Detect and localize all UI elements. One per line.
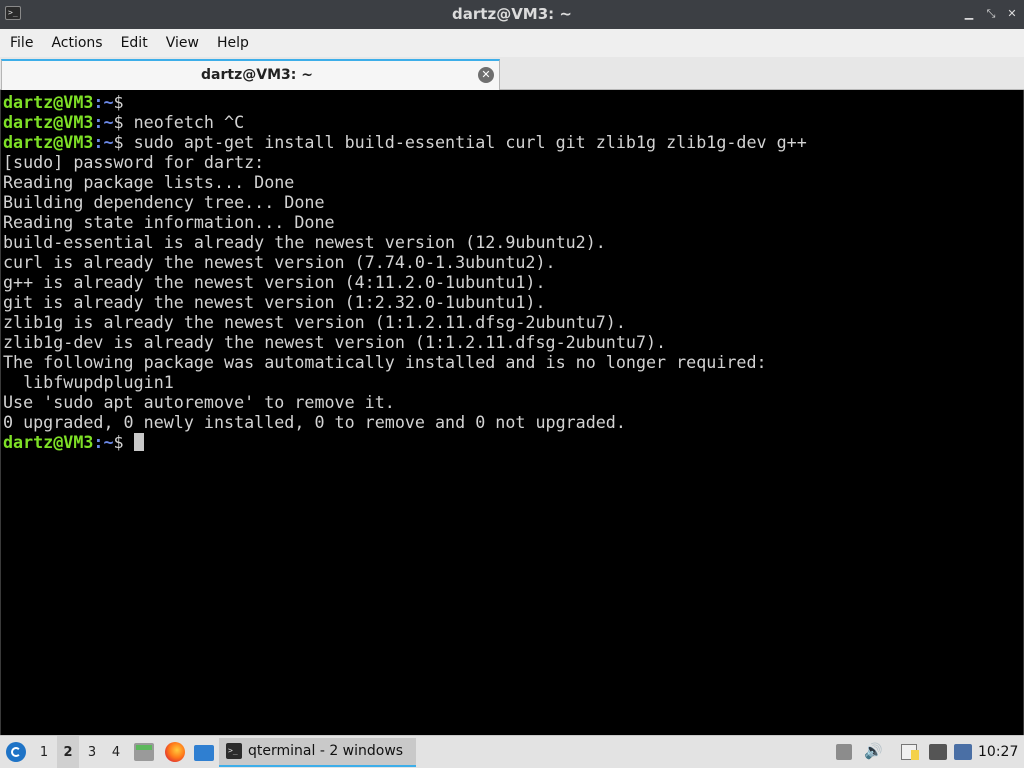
terminal-prompt-line[interactable]: dartz@VM3:~$ <box>3 432 144 452</box>
prompt-symbol: $ <box>113 112 124 132</box>
desktop: >_ dartz@VM3: ~ ▁ ⤡ ✕ File Actions Edit … <box>0 0 1024 768</box>
terminal-app-icon: >_ <box>226 743 242 759</box>
prompt-user-host: dartz@VM3 <box>3 132 94 152</box>
prompt-path: :~ <box>93 432 114 452</box>
menu-view[interactable]: View <box>157 29 208 57</box>
terminal-prompt-line: dartz@VM3:~$ sudo apt-get install build-… <box>3 132 807 152</box>
terminal-output-line: Building dependency tree... Done <box>3 192 325 212</box>
text-cursor <box>133 433 144 451</box>
prompt-path: :~ <box>93 92 114 112</box>
prompt-symbol: $ <box>113 132 124 152</box>
terminal-output-line: zlib1g is already the newest version (1:… <box>3 312 626 332</box>
start-menu-icon[interactable] <box>6 742 26 762</box>
terminal-output-line: [sudo] password for dartz: <box>3 152 265 172</box>
workspace-1[interactable]: 1 <box>33 736 55 768</box>
close-icon[interactable]: ✕ <box>1005 7 1019 21</box>
menu-edit[interactable]: Edit <box>112 29 157 57</box>
file-manager-icon[interactable] <box>134 743 154 761</box>
prompt-symbol: $ <box>113 432 124 452</box>
tab-terminal[interactable]: dartz@VM3: ~ ✕ <box>1 59 500 90</box>
clock[interactable]: 10:27 <box>978 736 1018 768</box>
terminal-output-line: git is already the newest version (1:2.3… <box>3 292 546 312</box>
menu-file[interactable]: File <box>0 29 42 57</box>
minimize-icon[interactable]: ▁ <box>962 7 976 21</box>
terminal-output-line: Use 'sudo apt autoremove' to remove it. <box>3 392 395 412</box>
terminal-command: sudo apt-get install build-essential cur… <box>123 132 807 152</box>
clipboard-tray-icon[interactable] <box>836 744 852 760</box>
tab-close-icon[interactable]: ✕ <box>478 67 494 83</box>
menu-help[interactable]: Help <box>208 29 258 57</box>
terminal-prompt-line: dartz@VM3:~$ neofetch ^C <box>3 112 244 132</box>
firefox-icon[interactable] <box>165 742 185 762</box>
taskbar: 1 2 3 4 >_ qterminal - 2 windows 🔊 10:27 <box>0 735 1024 768</box>
maximize-icon[interactable]: ⤡ <box>984 7 998 21</box>
prompt-path: :~ <box>93 112 114 132</box>
tab-bar: dartz@VM3: ~ ✕ <box>0 57 1024 90</box>
terminal-output-line: g++ is already the newest version (4:11.… <box>3 272 546 292</box>
menu-bar: File Actions Edit View Help <box>0 29 1024 57</box>
prompt-user-host: dartz@VM3 <box>3 92 94 112</box>
update-notifier-icon[interactable] <box>954 744 972 760</box>
terminal-view[interactable]: dartz@VM3:~$ dartz@VM3:~$ neofetch ^C da… <box>0 90 1024 735</box>
terminal-output-line: curl is already the newest version (7.74… <box>3 252 556 272</box>
terminal-output-line: zlib1g-dev is already the newest version… <box>3 332 667 352</box>
workspace-4[interactable]: 4 <box>105 736 127 768</box>
prompt-symbol: $ <box>113 92 124 112</box>
task-label: qterminal - 2 windows <box>248 743 404 759</box>
tab-label: dartz@VM3: ~ <box>201 67 313 83</box>
window-titlebar[interactable]: >_ dartz@VM3: ~ ▁ ⤡ ✕ <box>0 0 1024 29</box>
prompt-path: :~ <box>93 132 114 152</box>
terminal-output-line: Reading state information... Done <box>3 212 335 232</box>
terminal-command: neofetch ^C <box>123 112 245 132</box>
network-icon[interactable] <box>929 744 947 760</box>
taskbar-task-qterminal[interactable]: >_ qterminal - 2 windows <box>219 738 416 767</box>
prompt-user-host: dartz@VM3 <box>3 432 94 452</box>
terminal-output-line: The following package was automatically … <box>3 352 767 372</box>
prompt-user-host: dartz@VM3 <box>3 112 94 132</box>
workspace-3[interactable]: 3 <box>81 736 103 768</box>
terminal-output-line: build-essential is already the newest ve… <box>3 232 606 252</box>
terminal-output-line: 0 upgraded, 0 newly installed, 0 to remo… <box>3 412 626 432</box>
workspace-2[interactable]: 2 <box>57 736 79 768</box>
terminal-prompt-line: dartz@VM3:~$ <box>3 92 124 112</box>
show-desktop-icon[interactable] <box>194 745 214 761</box>
menu-actions[interactable]: Actions <box>42 29 111 57</box>
volume-icon[interactable]: 🔊 <box>864 743 883 759</box>
window-title: dartz@VM3: ~ <box>452 5 572 23</box>
terminal-output-line: libfwupdplugin1 <box>3 372 174 392</box>
terminal-output-line: Reading package lists... Done <box>3 172 295 192</box>
notes-tray-badge-icon <box>911 750 919 760</box>
